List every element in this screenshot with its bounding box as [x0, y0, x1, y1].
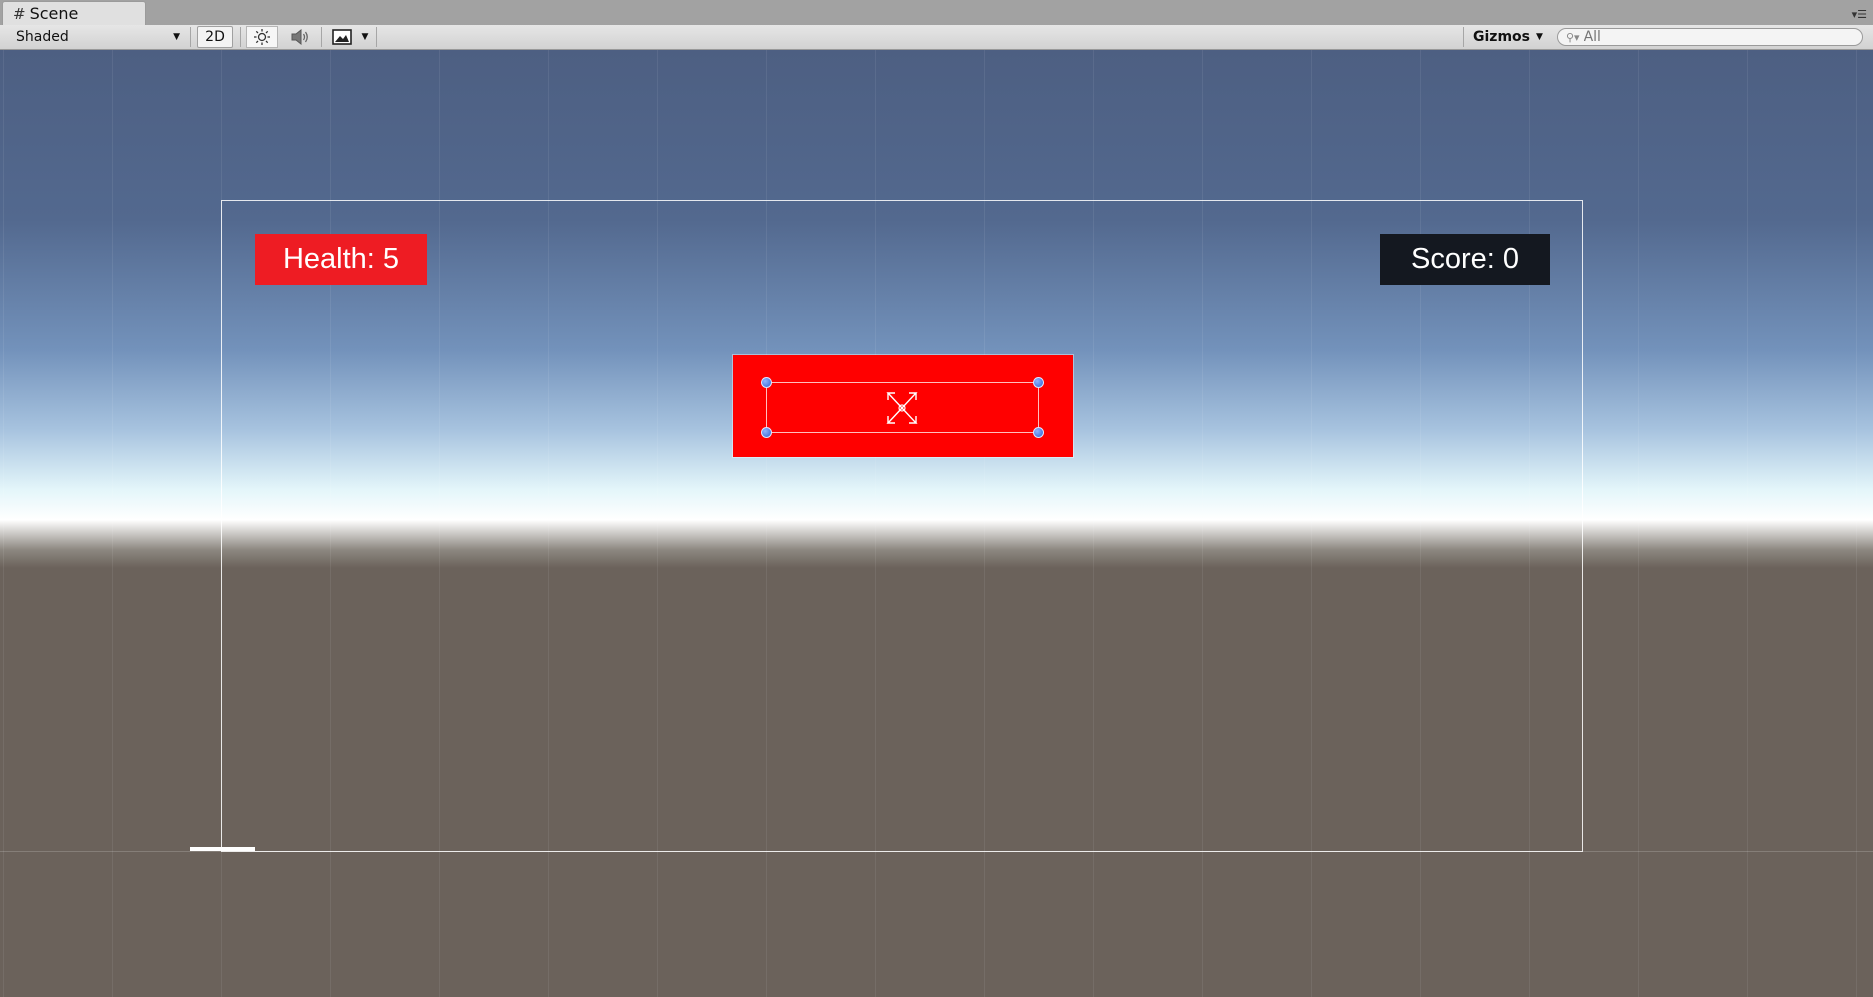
- scene-effects-toggle[interactable]: [327, 26, 357, 48]
- resize-handle-top-left[interactable]: [761, 377, 772, 388]
- scene-viewport[interactable]: Health: 5 Score: 0: [0, 50, 1873, 997]
- image-icon: [332, 29, 352, 45]
- hash-icon: #: [13, 4, 26, 23]
- sun-icon: [254, 29, 270, 45]
- toolbar-divider: [1463, 27, 1464, 47]
- draw-mode-value: Shaded: [16, 29, 69, 45]
- resize-handle-top-right[interactable]: [1033, 377, 1044, 388]
- selected-red-panel[interactable]: [733, 355, 1073, 457]
- canvas-bounds: [221, 200, 1583, 852]
- 2d-mode-toggle[interactable]: 2D: [197, 26, 233, 48]
- draw-mode-dropdown[interactable]: Shaded ▼: [8, 26, 186, 48]
- effects-dropdown-arrow-icon[interactable]: ▼: [358, 26, 372, 48]
- anchor-pivot-icon[interactable]: [882, 389, 922, 427]
- resize-handle-bottom-left[interactable]: [761, 427, 772, 438]
- dropdown-arrow-icon: ▼: [173, 32, 180, 42]
- score-label[interactable]: Score: 0: [1380, 234, 1550, 285]
- hierarchy-search-field[interactable]: ⚲▾: [1557, 28, 1863, 46]
- tab-scene-label: Scene: [29, 4, 79, 23]
- tab-scene[interactable]: # Scene: [2, 1, 146, 25]
- tab-bar: # Scene ▾☰: [0, 0, 1873, 26]
- scene-lighting-toggle[interactable]: [246, 26, 278, 48]
- search-icon: ⚲▾: [1566, 30, 1580, 44]
- toolbar-divider: [321, 27, 322, 47]
- toolbar-divider: [376, 27, 377, 47]
- gizmos-dropdown[interactable]: Gizmos ▼: [1467, 26, 1547, 48]
- tab-menu-icon[interactable]: ▾☰: [1852, 8, 1867, 21]
- resize-handle-bottom-right[interactable]: [1033, 427, 1044, 438]
- origin-marker: [190, 847, 255, 851]
- speaker-icon: [291, 28, 308, 46]
- dropdown-arrow-icon: ▼: [1535, 32, 1543, 42]
- toolbar-divider: [240, 27, 241, 47]
- scene-audio-toggle[interactable]: [283, 26, 317, 48]
- health-label[interactable]: Health: 5: [255, 234, 427, 285]
- toolbar-divider: [190, 27, 191, 47]
- gizmos-label: Gizmos: [1473, 29, 1530, 45]
- scene-toolbar: Shaded ▼ 2D ▼ Gizmos ▼ ⚲▾ All: [0, 25, 1873, 50]
- search-input[interactable]: [1581, 28, 1836, 46]
